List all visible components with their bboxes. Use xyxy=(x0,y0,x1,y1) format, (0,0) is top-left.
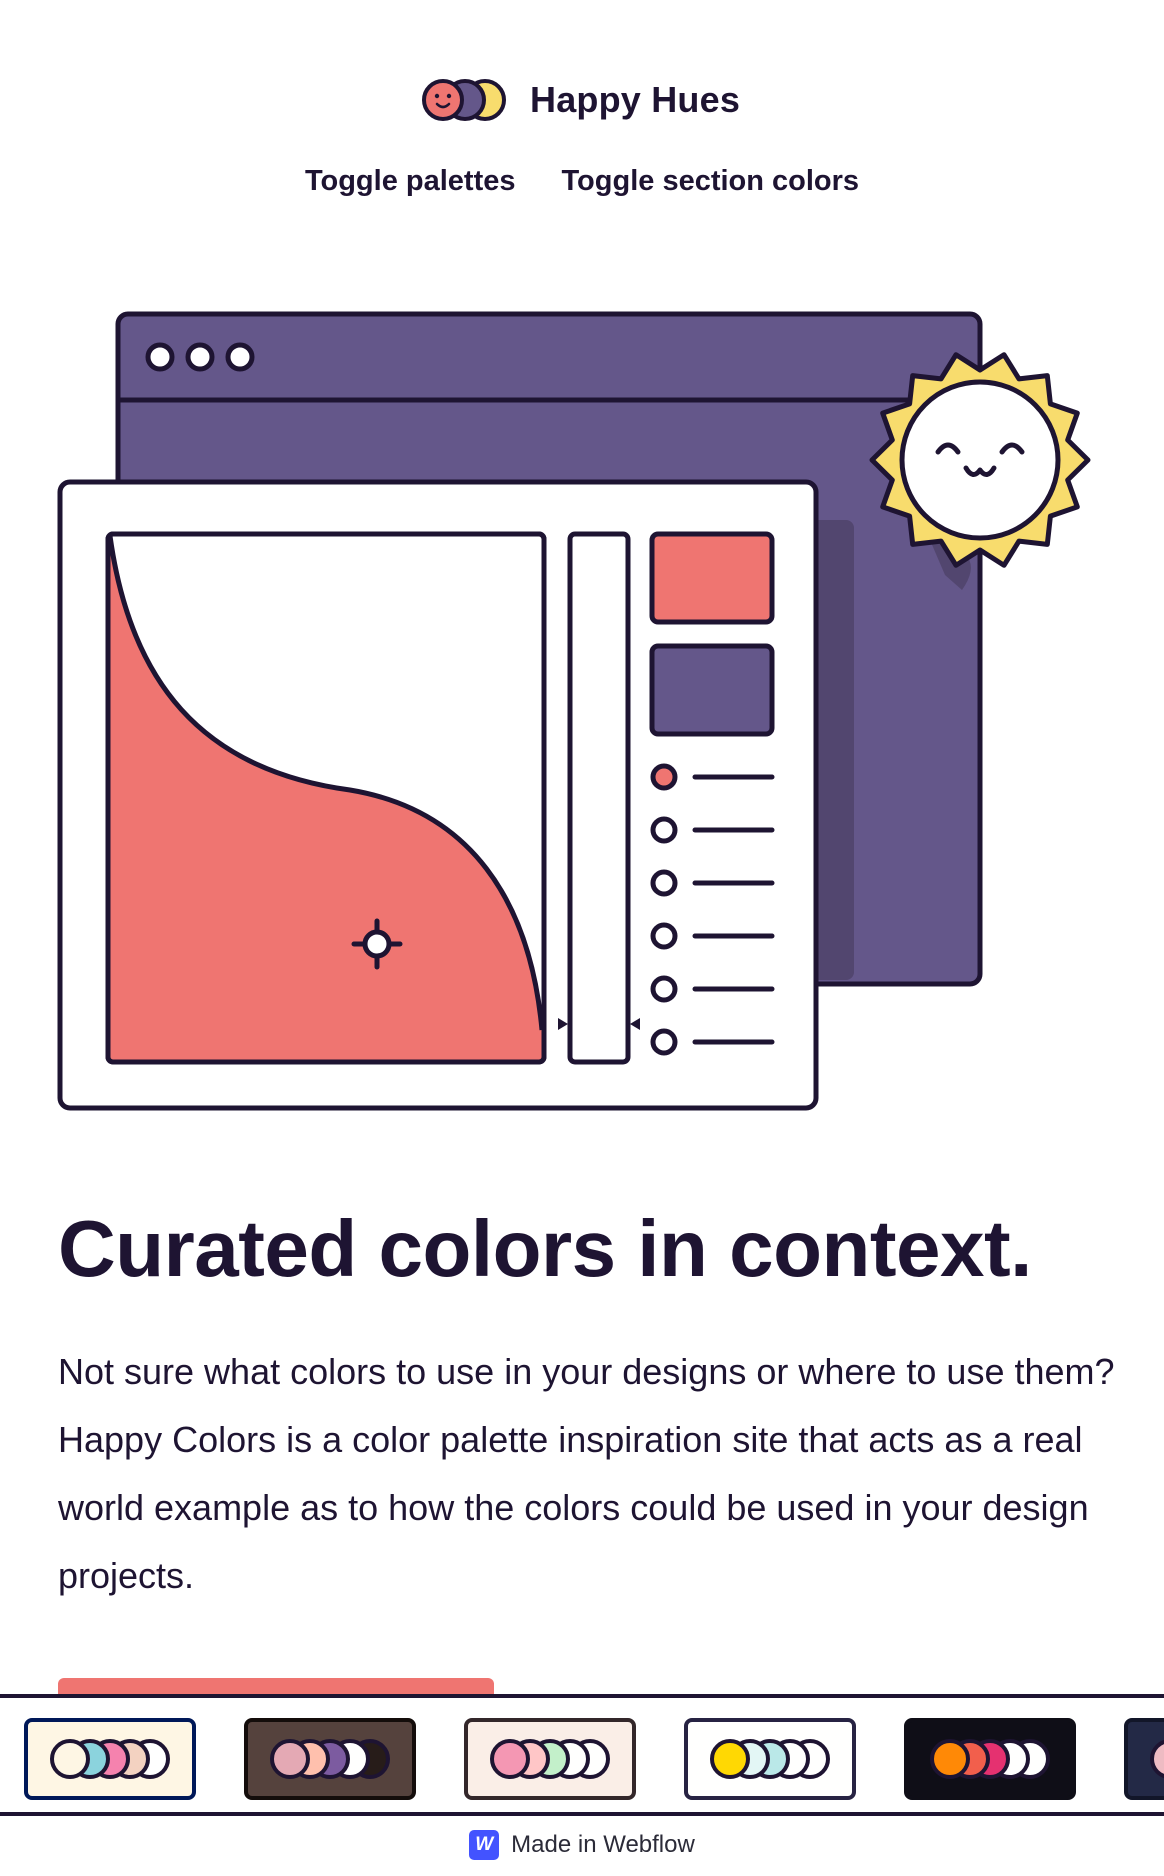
brand-home-link[interactable]: Happy Hues xyxy=(420,70,740,130)
palette-circles-icon xyxy=(490,1739,610,1779)
window-dot-icon xyxy=(225,342,255,372)
brand-logo-icon xyxy=(422,79,506,121)
front-window xyxy=(57,479,819,1111)
palette-swatch[interactable] xyxy=(904,1718,1076,1800)
made-in-webflow-label: Made in Webflow xyxy=(511,1831,695,1858)
brand-name: Happy Hues xyxy=(530,79,741,120)
palette-color-dot xyxy=(1150,1739,1164,1779)
palette-swatch[interactable] xyxy=(1124,1718,1164,1800)
radio-icon xyxy=(650,922,678,950)
palette-swatch[interactable] xyxy=(244,1718,416,1800)
radio-icon xyxy=(650,975,678,1003)
radio-icon xyxy=(650,1028,678,1056)
palette-selector-bar xyxy=(0,1694,1164,1816)
window-dot-icon xyxy=(145,342,175,372)
intro-text-part2: Happy Colors is a color palette inspirat… xyxy=(58,1419,1089,1596)
palette-swatch[interactable] xyxy=(684,1718,856,1800)
page-title: Curated colors in context. xyxy=(58,1204,1032,1293)
palette-color-dot xyxy=(710,1739,750,1779)
made-in-webflow-badge[interactable]: W Made in Webflow xyxy=(0,1830,1164,1860)
site-header: Happy Hues Toggle palettes Toggle sectio… xyxy=(0,0,1164,240)
main-nav: Toggle palettes Toggle section colors xyxy=(0,165,1164,198)
toggle-palettes-link[interactable]: Toggle palettes xyxy=(305,165,516,198)
radio-icon xyxy=(650,869,678,897)
palette-color-dot xyxy=(50,1739,90,1779)
palette-swatch[interactable] xyxy=(464,1718,636,1800)
intro-text-part1: Not sure what colors to use in your desi… xyxy=(58,1351,1115,1392)
intro-paragraph: Not sure what colors to use in your desi… xyxy=(58,1338,1118,1610)
radio-icon xyxy=(650,816,678,844)
toggle-section-colors-link[interactable]: Toggle section colors xyxy=(562,165,860,198)
color-picker-illustration xyxy=(57,311,1091,1111)
palette-color-dot xyxy=(490,1739,530,1779)
webflow-logo-icon: W xyxy=(469,1830,500,1860)
palette-circles-icon xyxy=(50,1739,170,1779)
palette-color-dot xyxy=(270,1739,310,1779)
palette-color-dot xyxy=(930,1739,970,1779)
palette-circles-icon xyxy=(710,1739,830,1779)
palette-circles-icon xyxy=(1150,1739,1164,1779)
radio-selected-icon xyxy=(650,763,678,791)
palette-swatch[interactable] xyxy=(24,1718,196,1800)
palette-circles-icon xyxy=(930,1739,1050,1779)
palette-circles-icon xyxy=(270,1739,390,1779)
window-dot-icon xyxy=(185,342,215,372)
